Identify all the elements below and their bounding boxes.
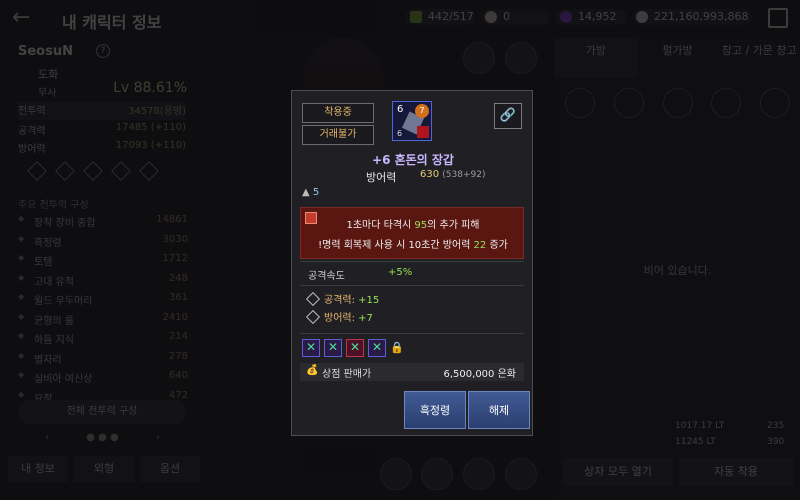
effect-text: 1초마다 타격시 xyxy=(346,220,415,231)
effect-number: 95 xyxy=(414,220,428,231)
option-value: +7 xyxy=(358,313,373,324)
option-label: 공격력: xyxy=(324,295,359,306)
defense-label: 방어력 xyxy=(366,171,397,184)
effect-text: 증가 xyxy=(486,240,508,251)
effect-line-2: !명력 회복제 사용 시 10초간 방어력 22 증가 xyxy=(301,236,525,251)
black-spirit-button[interactable]: 흑정령 xyxy=(404,391,466,429)
defense-breakdown: (538+92) xyxy=(442,170,486,180)
special-effect-box: 1초마다 타격시 95의 추가 피해 !명력 회복제 사용 시 10초간 방어력… xyxy=(300,207,524,259)
sell-price-row: 💰 상점 판매가 6,500,000 은화 xyxy=(300,363,524,381)
defense-number: 630 xyxy=(420,169,440,180)
defense-value: 630 (538+92) xyxy=(420,169,485,180)
option-attack: 공격력: +15 xyxy=(305,291,380,307)
equipped-tag: 착용중 xyxy=(302,103,374,123)
divider xyxy=(300,333,524,334)
enhance-level: 6 xyxy=(397,104,404,115)
socket-row: 🔒 xyxy=(302,339,404,357)
item-tooltip: 착용중 거래불가 6 7 6 🔗 +6 혼돈의 장갑 방어력 630 (538+… xyxy=(291,90,533,436)
weight-icon: ▲ xyxy=(302,187,313,198)
crystal-icon xyxy=(417,126,429,138)
link-button[interactable]: 🔗 xyxy=(494,103,522,129)
divider xyxy=(300,261,524,262)
divider xyxy=(300,285,524,286)
item-sub-level: 6 xyxy=(397,129,403,138)
sell-price-label: 상점 판매가 xyxy=(322,369,372,380)
money-bag-icon: 💰 xyxy=(306,365,319,376)
gem-icon: 7 xyxy=(415,104,429,118)
weight-info: ▲ 5 xyxy=(302,187,319,198)
link-icon: 🔗 xyxy=(499,108,517,123)
weight-value: 5 xyxy=(312,187,320,198)
attack-option-icon xyxy=(305,291,321,307)
sell-price-value: 6,500,000 은화 xyxy=(443,369,516,380)
effect-line-1: 1초마다 타격시 95의 추가 피해 xyxy=(301,216,525,231)
effect-text: 의 추가 피해 xyxy=(427,220,480,231)
effect-text: !명력 회복제 사용 시 10초간 방어력 xyxy=(318,240,474,251)
socket-gem-icon[interactable] xyxy=(346,339,364,357)
attack-speed-value: +5% xyxy=(388,267,413,278)
attack-speed-label: 공격속도 xyxy=(308,271,345,282)
gloves-icon: 6 7 6 xyxy=(392,101,432,141)
socket-gem-icon[interactable] xyxy=(368,339,386,357)
item-name: +6 혼돈의 장갑 xyxy=(372,153,454,167)
socket-gem-icon[interactable] xyxy=(324,339,342,357)
option-defense: 방어력: +7 xyxy=(305,309,373,325)
defense-option-icon xyxy=(305,309,321,325)
unequip-button[interactable]: 해제 xyxy=(468,391,530,429)
lock-icon: 🔒 xyxy=(390,341,404,354)
untradable-tag: 거래불가 xyxy=(302,125,374,145)
option-label: 방어력: xyxy=(324,313,359,324)
option-value: +15 xyxy=(358,295,380,306)
effect-number: 22 xyxy=(473,240,487,251)
socket-gem-icon[interactable] xyxy=(302,339,320,357)
